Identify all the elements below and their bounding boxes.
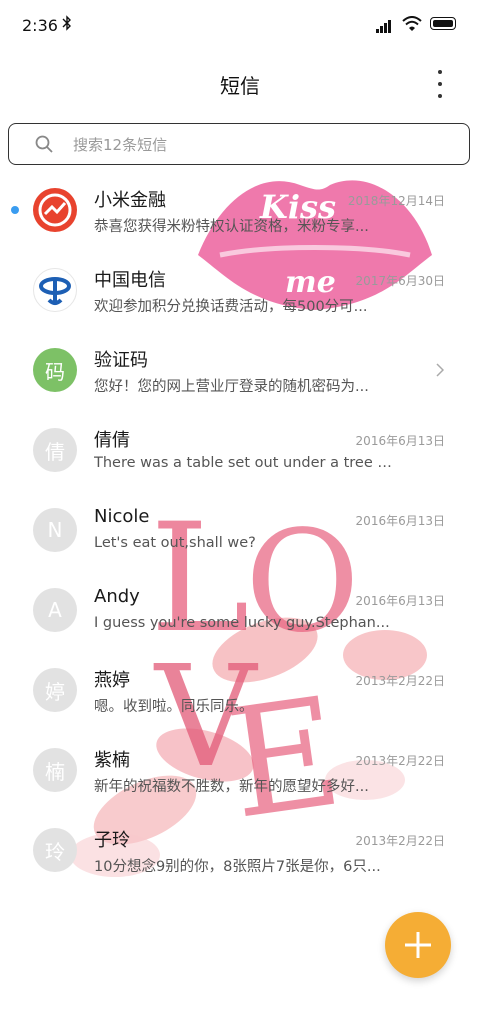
message-preview: 恭喜您获得米粉特权认证资格，米粉专享... <box>94 219 369 235</box>
app-header: 短信 <box>0 60 480 108</box>
plus-icon <box>405 932 431 958</box>
contact-avatar: 楠 <box>33 748 77 792</box>
contact-avatar: 倩 <box>33 428 77 472</box>
message-date: 2018年12月14日 <box>347 194 445 208</box>
message-preview: 10分想念9别的你，8张照片7张是你，6只... <box>94 859 381 875</box>
status-time: 2:36 <box>22 16 58 35</box>
conversation-row[interactable]: A Andy 2016年6月13日 I guess you're some lu… <box>0 570 480 650</box>
battery-icon <box>430 17 456 30</box>
message-date: 2017年6月30日 <box>355 274 445 288</box>
chevron-right-icon <box>436 362 445 377</box>
conversation-row[interactable]: N Nicole 2016年6月13日 Let's eat out,shall … <box>0 490 480 570</box>
page-title: 短信 <box>220 74 260 98</box>
message-preview: I guess you're some lucky guy.Stephan... <box>94 615 390 631</box>
mi-finance-avatar <box>33 188 77 232</box>
conversation-row[interactable]: 婷 燕婷 2013年2月22日 嗯。收到啦。同乐同乐。 <box>0 650 480 730</box>
unread-dot <box>11 206 19 214</box>
conversation-row[interactable]: 小米金融 2018年12月14日 恭喜您获得米粉特权认证资格，米粉专享... <box>0 170 480 250</box>
conversation-row[interactable]: 楠 紫楠 2013年2月22日 新年的祝福数不胜数，新年的愿望好多好... <box>0 730 480 810</box>
new-message-button[interactable] <box>385 912 451 978</box>
contact-avatar: 玲 <box>33 828 77 872</box>
contact-name: 中国电信 <box>94 270 166 291</box>
bluetooth-icon <box>62 15 72 35</box>
contact-name: Andy <box>94 586 140 607</box>
status-bar: 2:36 <box>0 0 480 52</box>
verification-code-avatar: 码 <box>33 348 77 392</box>
contact-name: 倩倩 <box>94 430 130 451</box>
search-icon <box>35 135 53 153</box>
more-options-icon[interactable] <box>430 70 450 98</box>
conversation-row[interactable]: 码 验证码 您好！您的网上营业厅登录的随机密码为... <box>0 330 480 410</box>
china-telecom-avatar <box>33 268 77 312</box>
conversation-row[interactable]: 玲 子玲 2013年2月22日 10分想念9别的你，8张照片7张是你，6只... <box>0 810 480 890</box>
contact-name: Nicole <box>94 506 150 527</box>
contact-name: 小米金融 <box>94 190 166 211</box>
message-preview: 您好！您的网上营业厅登录的随机密码为... <box>94 379 369 395</box>
search-input[interactable] <box>71 130 455 160</box>
message-preview: Let's eat out,shall we? <box>94 535 256 551</box>
contact-avatar: 婷 <box>33 668 77 712</box>
signal-icon <box>376 18 396 33</box>
message-preview: 欢迎参加积分兑换话费活动，每500分可... <box>94 299 368 315</box>
message-preview: 新年的祝福数不胜数，新年的愿望好多好... <box>94 779 369 795</box>
contact-name: 子玲 <box>94 830 130 851</box>
message-preview: There was a table set out under a tree i… <box>94 455 394 471</box>
message-date: 2016年6月13日 <box>355 594 445 608</box>
search-bar[interactable] <box>8 123 470 165</box>
contact-name: 燕婷 <box>94 670 130 691</box>
message-date: 2013年2月22日 <box>355 834 445 848</box>
message-date: 2016年6月13日 <box>355 434 445 448</box>
conversation-row[interactable]: 倩 倩倩 2016年6月13日 There was a table set ou… <box>0 410 480 490</box>
message-date: 2013年2月22日 <box>355 754 445 768</box>
wifi-icon <box>402 16 422 32</box>
message-preview: 嗯。收到啦。同乐同乐。 <box>94 699 254 715</box>
contact-name: 紫楠 <box>94 750 130 771</box>
message-date: 2016年6月13日 <box>355 514 445 528</box>
contact-name: 验证码 <box>94 350 148 371</box>
message-date: 2013年2月22日 <box>355 674 445 688</box>
contact-avatar: N <box>33 508 77 552</box>
conversation-row[interactable]: 中国电信 2017年6月30日 欢迎参加积分兑换话费活动，每500分可... <box>0 250 480 330</box>
contact-avatar: A <box>33 588 77 632</box>
